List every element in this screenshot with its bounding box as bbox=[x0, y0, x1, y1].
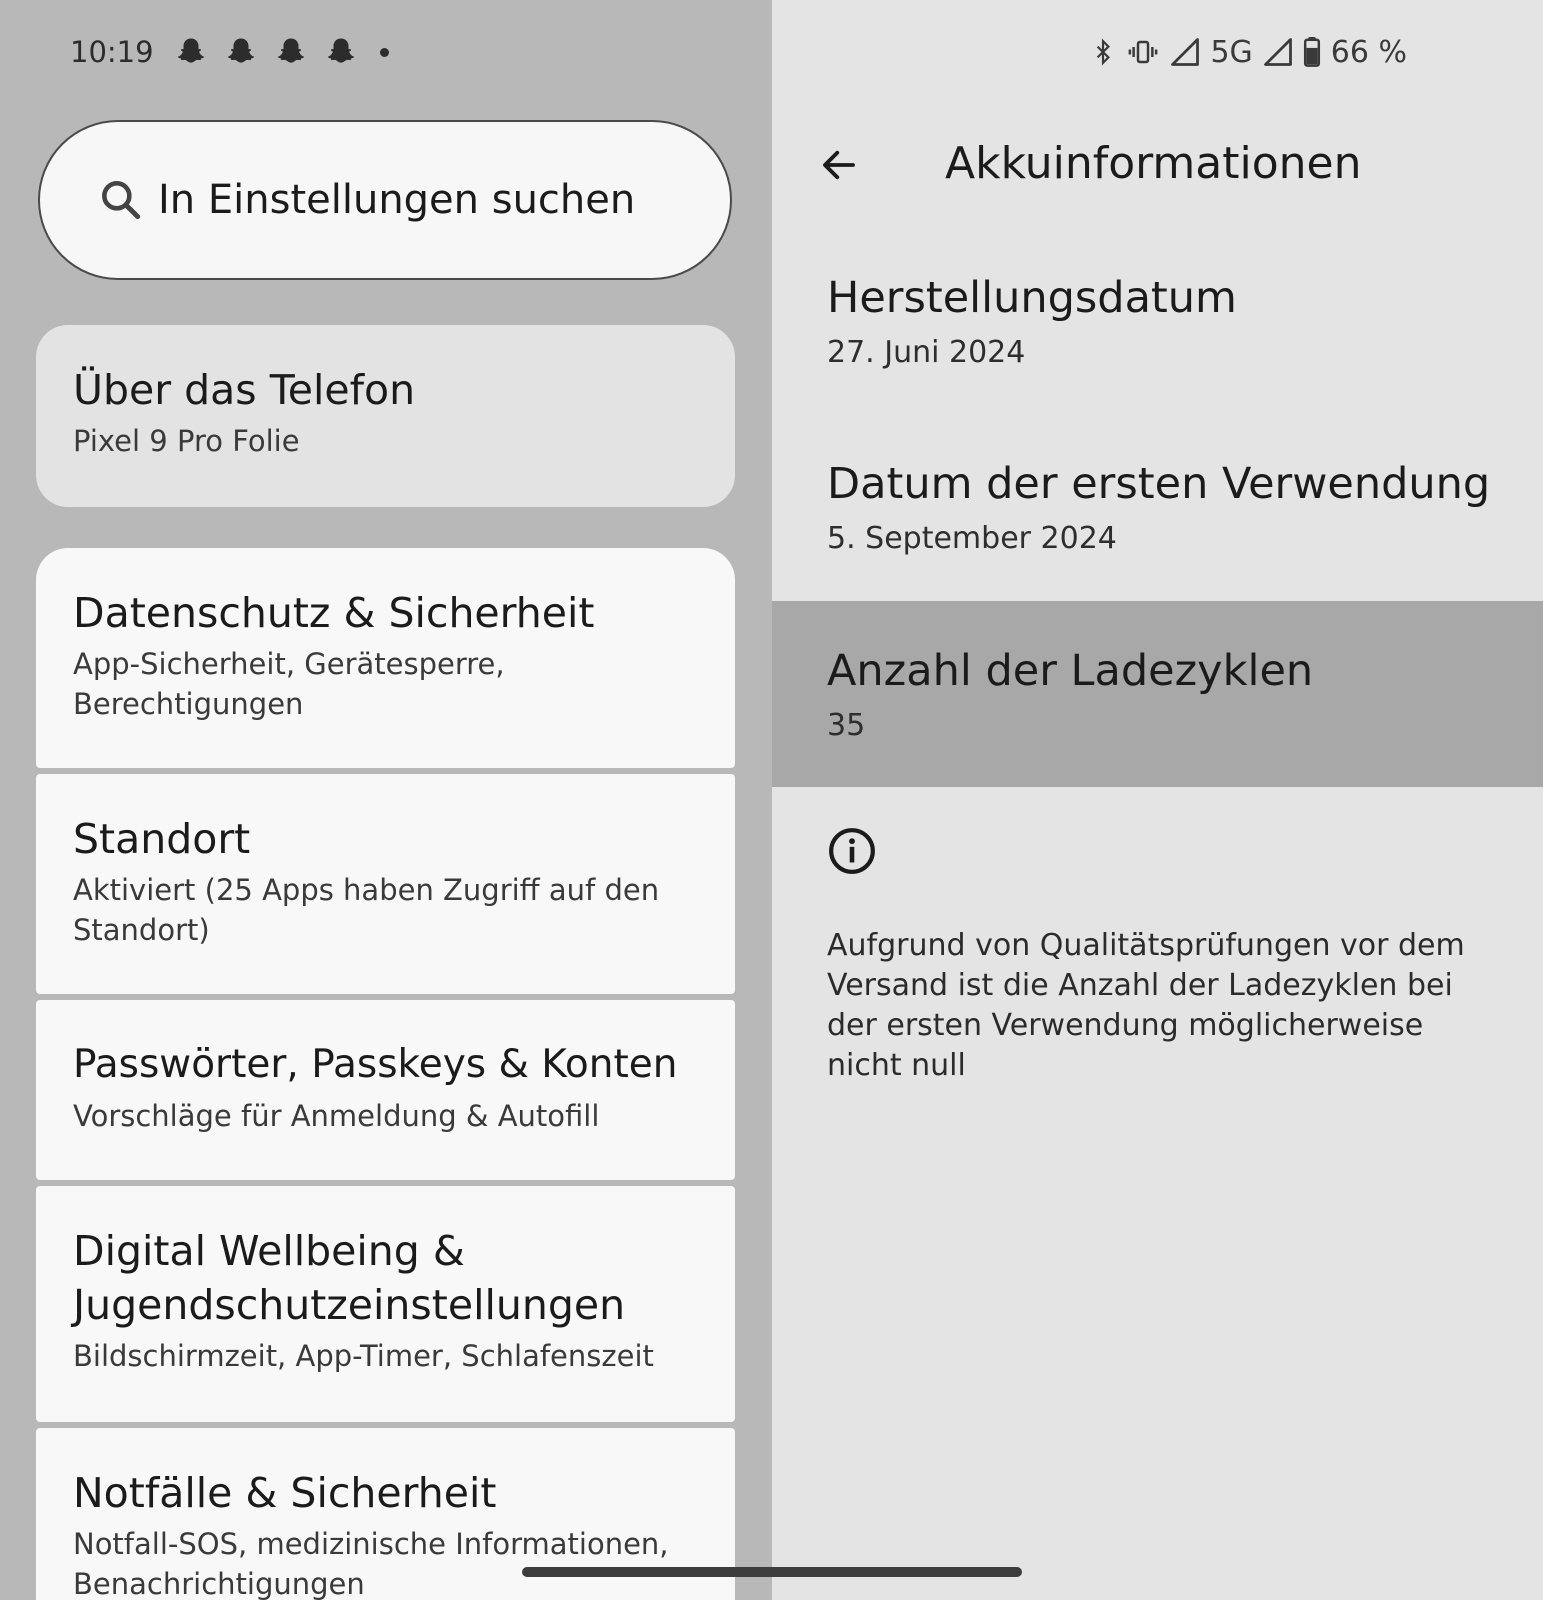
settings-item-title: Notfälle & Sicherheit bbox=[73, 1469, 497, 1517]
signal-icon bbox=[1263, 37, 1293, 67]
search-icon bbox=[102, 181, 141, 220]
settings-list-pane: 10:19 Über das Telefon Pixel 9 Pro Folie… bbox=[0, 0, 772, 1600]
status-bar-left: 10:19 bbox=[70, 30, 389, 74]
snapchat-icon bbox=[274, 35, 308, 69]
arrow-back-icon bbox=[823, 150, 855, 180]
signal-icon bbox=[1170, 37, 1200, 67]
settings-item-subtitle: Vorschläge für Anmeldung & Autofill bbox=[73, 1099, 600, 1133]
battery-info-pane: 5G 66 % Akkuinformationen Herstellungsda… bbox=[772, 0, 1543, 1600]
battery-icon bbox=[1303, 37, 1321, 67]
row-label: Datum der ersten Verwendung bbox=[827, 459, 1491, 509]
settings-item-about-phone[interactable]: Über das Telefon Pixel 9 Pro Folie bbox=[36, 325, 735, 507]
settings-item-subtitle: Pixel 9 Pro Folie bbox=[73, 424, 300, 458]
snapchat-icon bbox=[224, 35, 258, 69]
search-input[interactable] bbox=[158, 177, 698, 223]
gesture-navigation-handle[interactable] bbox=[522, 1567, 1022, 1577]
settings-item-location[interactable]: Standort Aktiviert (25 Apps haben Zugrif… bbox=[36, 774, 735, 994]
snapchat-icon bbox=[174, 35, 208, 69]
clock: 10:19 bbox=[70, 35, 154, 69]
info-icon bbox=[829, 828, 875, 874]
settings-item-title: Datenschutz & Sicherheit bbox=[73, 589, 595, 637]
settings-item-subtitle: App-Sicherheit, Gerätesperre, Berechtigu… bbox=[73, 647, 505, 721]
settings-item-subtitle: Bildschirmzeit, App-Timer, Schlafenszeit bbox=[73, 1339, 654, 1373]
network-type-label: 5G bbox=[1210, 34, 1253, 70]
page-title: Akkuinformationen bbox=[945, 138, 1362, 189]
vibrate-icon bbox=[1126, 37, 1160, 67]
cycle-count-disclaimer: Aufgrund von Qualitätsprüfungen vor dem … bbox=[827, 928, 1465, 1083]
settings-item-title: Passwörter, Passkeys & Konten bbox=[73, 1042, 678, 1087]
back-button[interactable] bbox=[812, 138, 866, 192]
row-value: 27. Juni 2024 bbox=[827, 335, 1026, 370]
row-value: 5. September 2024 bbox=[827, 521, 1117, 556]
settings-item-digital-wellbeing[interactable]: Digital Wellbeing & Jugendschutzeinstell… bbox=[36, 1186, 735, 1422]
settings-item-privacy-security[interactable]: Datenschutz & Sicherheit App-Sicherheit,… bbox=[36, 548, 735, 768]
snapchat-icon bbox=[324, 35, 358, 69]
row-label: Herstellungsdatum bbox=[827, 273, 1237, 323]
row-value: 35 bbox=[827, 708, 866, 743]
bluetooth-icon bbox=[1090, 37, 1116, 67]
more-notifications-dot-icon bbox=[379, 47, 389, 57]
first-use-date-row: Datum der ersten Verwendung 5. September… bbox=[772, 456, 1543, 560]
row-label: Anzahl der Ladezyklen bbox=[827, 646, 1314, 696]
settings-item-passwords-accounts[interactable]: Passwörter, Passkeys & Konten Vorschläge… bbox=[36, 1000, 735, 1180]
search-bar[interactable] bbox=[38, 120, 732, 280]
status-bar-right: 5G 66 % bbox=[1080, 30, 1407, 74]
manufacture-date-row: Herstellungsdatum 27. Juni 2024 bbox=[772, 270, 1543, 374]
settings-item-subtitle: Notfall-SOS, medizinische Informationen,… bbox=[73, 1527, 669, 1600]
settings-item-title: Standort bbox=[73, 815, 251, 863]
settings-item-title: Über das Telefon bbox=[73, 366, 416, 414]
cycle-count-row[interactable]: Anzahl der Ladezyklen 35 bbox=[772, 601, 1543, 787]
settings-item-subtitle: Aktiviert (25 Apps haben Zugriff auf den… bbox=[73, 873, 660, 947]
settings-item-title: Digital Wellbeing & Jugendschutzeinstell… bbox=[73, 1227, 626, 1329]
battery-percentage: 66 % bbox=[1330, 34, 1407, 70]
